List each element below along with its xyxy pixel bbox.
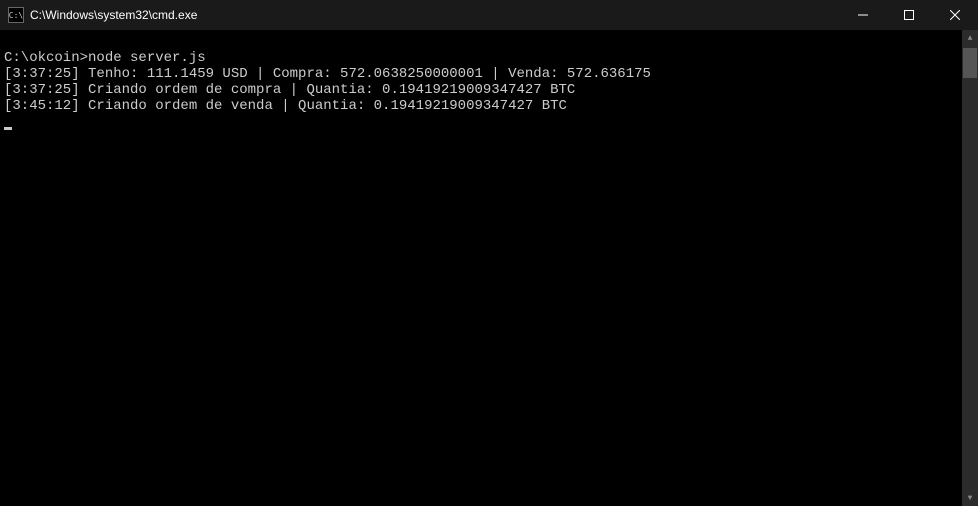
close-button[interactable] [932,0,978,30]
prompt-path: C:\okcoin> [4,50,88,66]
vertical-scrollbar[interactable]: ▲ ▼ [962,30,978,506]
minimize-icon [858,10,868,20]
output-line: [3:37:25] Tenho: 111.1459 USD | Compra: … [4,66,958,82]
scrollbar-up-arrow-icon[interactable]: ▲ [962,30,978,46]
scrollbar-down-arrow-icon[interactable]: ▼ [962,490,978,506]
window-titlebar: C:\ C:\Windows\system32\cmd.exe [0,0,978,30]
close-icon [950,10,960,20]
terminal-output[interactable]: C:\okcoin>node server.js[3:37:25] Tenho:… [0,30,962,506]
prompt-line: C:\okcoin>node server.js [4,50,958,66]
terminal-area: C:\okcoin>node server.js[3:37:25] Tenho:… [0,30,978,506]
window-controls [840,0,978,30]
output-line: [3:37:25] Criando ordem de compra | Quan… [4,82,958,98]
minimize-button[interactable] [840,0,886,30]
cmd-icon: C:\ [8,7,24,23]
maximize-icon [904,10,914,20]
scrollbar-thumb[interactable] [963,48,977,78]
command-text: node server.js [88,50,206,66]
maximize-button[interactable] [886,0,932,30]
cursor [4,127,12,130]
empty-line [4,34,958,50]
output-line: [3:45:12] Criando ordem de venda | Quant… [4,98,958,114]
window-title: C:\Windows\system32\cmd.exe [30,8,840,22]
